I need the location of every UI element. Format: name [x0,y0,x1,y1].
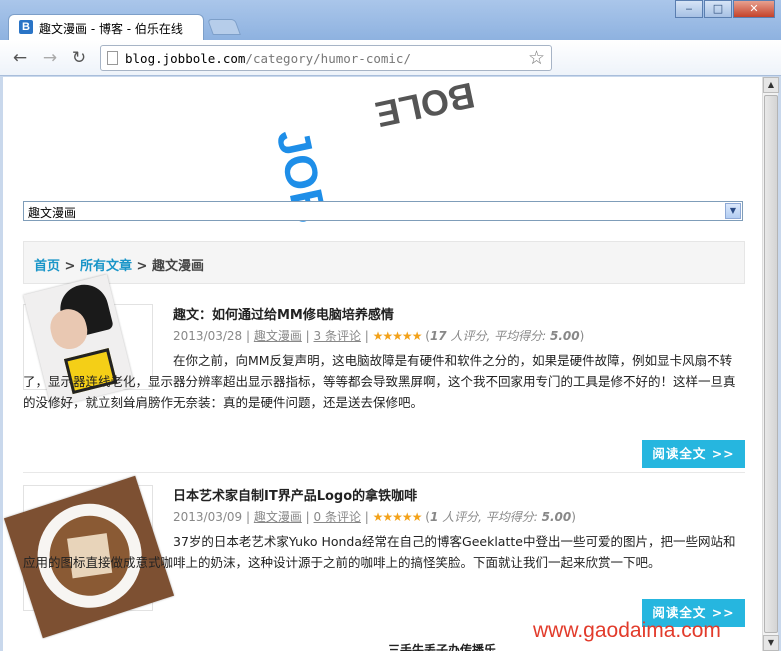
scroll-up-icon[interactable]: ▲ [763,77,779,93]
site-logo[interactable]: JOB BOLE [267,77,478,228]
breadcrumb-separator: > [131,259,152,274]
rating-stars-icon[interactable]: ★★★★★ [373,510,423,524]
breadcrumb: 首页 > 所有文章 > 趣文漫画 [23,241,745,284]
post-category-link[interactable]: 趣文漫画 [254,329,302,343]
category-select-value: 趣文漫画 [28,206,77,220]
page-viewport: JOB BOLE 趣文漫画 ▼ 首页 > 所有文章 > 趣文漫画 趣文：如何通过… [3,77,762,651]
post-item: 趣文：如何通过给MM修电脑培养感情 2013/03/28 | 趣文漫画 | 3 … [23,274,745,474]
scroll-down-icon[interactable]: ▼ [763,635,779,651]
forward-arrow-icon[interactable]: → [40,48,60,68]
scroll-thumb[interactable] [764,95,778,633]
post-date: 2013/03/09 [173,510,243,524]
url-text: blog.jobbole.com/category/humor-comic/ [125,51,411,66]
minimize-button[interactable]: ‒ [675,0,703,18]
address-bar[interactable]: blog.jobbole.com/category/humor-comic/ ☆ [100,45,552,71]
new-tab-button[interactable] [207,19,241,35]
post-excerpt: 37岁的日本老艺术家Yuko Honda经常在自己的博客Geeklatte中登出… [23,534,736,570]
logo-mark-gray: BOLE [371,77,479,136]
post-title-link[interactable]: 日本艺术家自制IT界产品Logo的拿铁咖啡 [173,485,417,504]
breadcrumb-current: 趣文漫画 [151,259,204,274]
read-more-button[interactable]: 阅读全文 >> [642,440,745,468]
post-title-link[interactable]: 趣文：如何通过给MM修电脑培养感情 [173,304,394,323]
close-button[interactable]: ✕ [733,0,775,18]
back-arrow-icon[interactable]: ← [10,48,30,68]
rating-average: 5.00 [549,329,580,343]
reload-icon[interactable]: ↻ [69,48,89,68]
rating-average: 5.00 [541,510,572,524]
post-divider [23,472,745,473]
breadcrumb-all-articles-link[interactable]: 所有文章 [80,259,132,274]
title-bar: B 趣文漫画 - 博客 - 伯乐在线 ‒ □ ✕ [0,0,781,40]
post-meta: 2013/03/28 | 趣文漫画 | 3 条评论 | ★★★★★ (17 人评… [173,329,585,343]
breadcrumb-home-link[interactable]: 首页 [34,259,60,274]
site-favicon-icon: B [19,20,33,34]
browser-toolbar: ← → ↻ blog.jobbole.com/category/humor-co… [0,40,781,76]
post-category-link[interactable]: 趣文漫画 [254,510,302,524]
category-select[interactable]: 趣文漫画 ▼ [23,201,743,221]
tab-title: 趣文漫画 - 博客 - 伯乐在线 [39,22,183,36]
post-comments-link[interactable]: 0 条评论 [314,510,361,524]
maximize-button[interactable]: □ [704,0,732,18]
rating-count: 17 [429,329,447,343]
vertical-scrollbar[interactable]: ▲ ▼ [762,77,779,651]
next-post-title-cutoff: 三手牛丢子办传播乐 [388,643,497,651]
bookmark-star-icon[interactable]: ☆ [528,47,545,69]
browser-tab[interactable]: B 趣文漫画 - 博客 - 伯乐在线 [8,14,204,40]
post-excerpt: 在你之前，向MM反复声明，这电脑故障是有硬件和软件之分的，如果是硬件故障，例如显… [23,353,736,410]
rating-stars-icon[interactable]: ★★★★★ [373,329,423,343]
post-comments-link[interactable]: 3 条评论 [314,329,361,343]
post-date: 2013/03/28 [173,329,243,343]
watermark-text: www.gaodaima.com [533,619,721,642]
post-meta: 2013/03/09 | 趣文漫画 | 0 条评论 | ★★★★★ (1 人评分… [173,510,576,524]
chevron-down-icon[interactable]: ▼ [725,203,741,219]
breadcrumb-separator: > [60,259,80,274]
page-icon [107,51,118,65]
